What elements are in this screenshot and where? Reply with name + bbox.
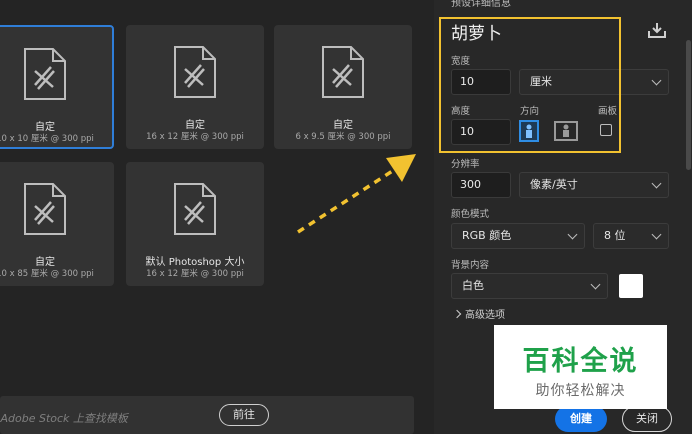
height-input[interactable]: 10	[451, 119, 511, 145]
resolution-label: 分辨率	[451, 159, 480, 170]
document-icon	[24, 183, 66, 235]
chevron-down-icon	[651, 75, 662, 86]
resolution-input[interactable]: 300	[451, 172, 511, 198]
preset-size: 10 x 85 厘米 @ 300 ppi	[0, 269, 94, 279]
chevron-down-icon	[651, 229, 662, 240]
panel-scrollbar[interactable]	[686, 40, 691, 170]
document-icon	[24, 48, 66, 100]
preset-name: 自定	[35, 122, 55, 133]
unit-value: 厘米	[530, 75, 552, 88]
preset-size: 10 x 10 厘米 @ 300 ppi	[0, 134, 94, 144]
watermark-title: 百科全说	[522, 346, 639, 377]
height-label: 高度	[451, 106, 471, 117]
orientation-label: 方向	[520, 106, 540, 117]
save-preset-icon[interactable]	[648, 22, 666, 38]
preset-name: 自定	[333, 120, 353, 131]
preset-name: 自定	[35, 257, 55, 268]
stock-search-input[interactable]: 在 Adobe Stock 上查找模板	[0, 410, 128, 426]
stock-search-bar: 在 Adobe Stock 上查找模板 前往	[0, 396, 414, 434]
preset-card-1[interactable]: 自定 10 x 10 厘米 @ 300 ppi	[0, 25, 114, 149]
landscape-orientation-icon[interactable]	[554, 121, 578, 141]
document-icon	[322, 46, 364, 98]
color-mode-label: 颜色模式	[451, 209, 490, 220]
unit-select[interactable]: 厘米	[519, 69, 669, 95]
color-mode-value: RGB 颜色	[462, 229, 512, 242]
details-header: 预设详细信息	[451, 0, 511, 9]
artboard-label: 画板	[598, 106, 618, 117]
advanced-options-toggle[interactable]: 高级选项	[452, 306, 505, 321]
preset-size: 16 x 12 厘米 @ 300 ppi	[146, 132, 244, 142]
preset-area: 自定 10 x 10 厘米 @ 300 ppi 自定 16 x 12 厘米 @ …	[0, 0, 434, 434]
chevron-down-icon	[651, 178, 662, 189]
chevron-right-icon	[452, 309, 462, 319]
portrait-orientation-icon[interactable]	[519, 120, 539, 142]
background-value: 白色	[462, 279, 484, 292]
go-button[interactable]: 前往	[219, 404, 269, 426]
artboard-checkbox[interactable]	[600, 124, 612, 136]
annotation-arrow-icon	[297, 154, 416, 234]
chevron-down-icon	[567, 229, 578, 240]
preset-name: 自定	[185, 120, 205, 131]
document-icon	[174, 46, 216, 98]
background-label: 背景内容	[451, 260, 490, 271]
background-color-swatch[interactable]	[619, 274, 643, 298]
watermark-logo: 百科全说 助你轻松解决	[494, 325, 667, 409]
advanced-options-label: 高级选项	[465, 310, 505, 321]
create-button[interactable]: 创建	[555, 406, 607, 432]
preset-name: 默认 Photoshop 大小	[145, 257, 245, 268]
preset-card-2[interactable]: 自定 16 x 12 厘米 @ 300 ppi	[126, 25, 264, 149]
chevron-down-icon	[590, 279, 601, 290]
background-select[interactable]: 白色	[451, 273, 608, 299]
document-name-field[interactable]: 胡萝卜	[451, 19, 502, 44]
preset-card-5[interactable]: 默认 Photoshop 大小 16 x 12 厘米 @ 300 ppi	[126, 162, 264, 286]
bit-depth-value: 8 位	[604, 229, 626, 242]
resolution-unit-select[interactable]: 像素/英寸	[519, 172, 669, 198]
preset-size: 6 x 9.5 厘米 @ 300 ppi	[295, 132, 391, 142]
preset-card-4[interactable]: 自定 10 x 85 厘米 @ 300 ppi	[0, 162, 114, 286]
preset-card-3[interactable]: 自定 6 x 9.5 厘米 @ 300 ppi	[274, 25, 412, 149]
width-input[interactable]: 10	[451, 69, 511, 95]
document-icon	[174, 183, 216, 235]
watermark-subtitle: 助你轻松解决	[535, 383, 626, 399]
close-button[interactable]: 关闭	[622, 406, 672, 432]
color-mode-select[interactable]: RGB 颜色	[451, 223, 585, 249]
resolution-unit-value: 像素/英寸	[530, 178, 578, 191]
preset-size: 16 x 12 厘米 @ 300 ppi	[146, 269, 244, 279]
width-label: 宽度	[451, 56, 471, 67]
bit-depth-select[interactable]: 8 位	[593, 223, 669, 249]
